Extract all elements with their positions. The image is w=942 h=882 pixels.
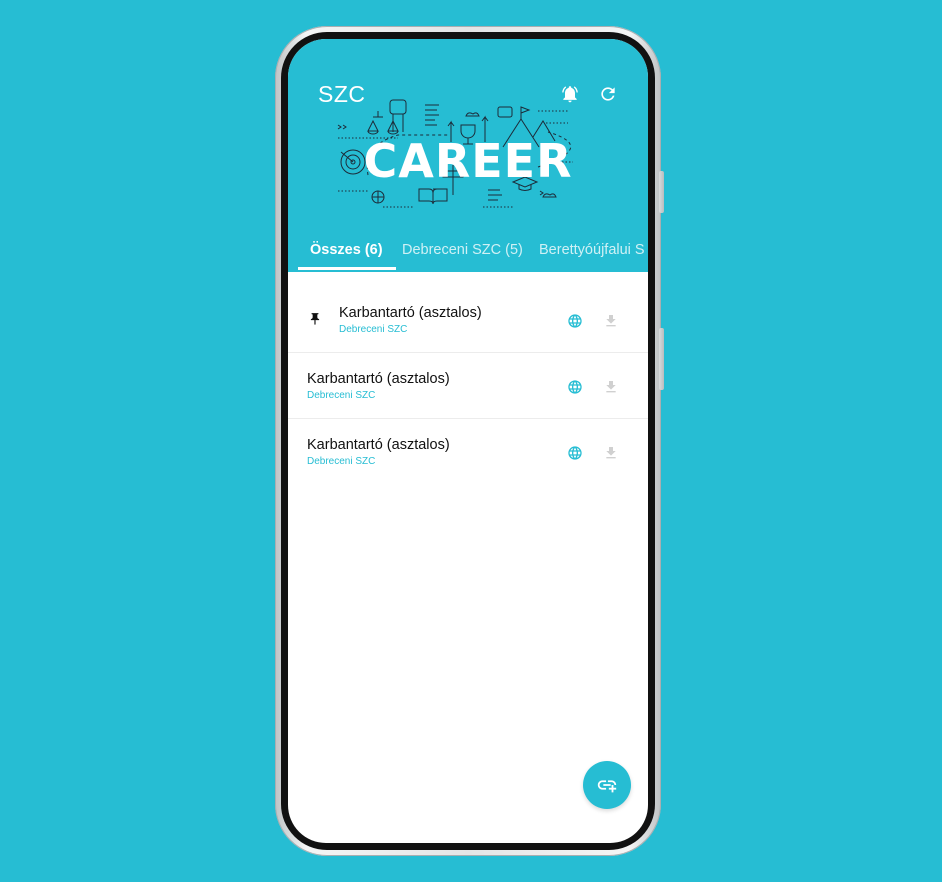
active-tab-indicator [298,267,396,270]
globe-icon[interactable] [567,445,583,461]
item-title: Karbantartó (asztalos) [307,437,450,453]
globe-icon[interactable] [567,313,583,329]
tab-all[interactable]: Összes (6) [310,242,383,258]
item-title: Karbantartó (asztalos) [339,305,482,321]
download-icon[interactable] [603,378,619,396]
download-icon[interactable] [603,312,619,330]
list-item[interactable]: Karbantartó (asztalos) Debreceni SZC [288,287,648,353]
power-button [659,171,664,213]
list-item[interactable]: Karbantartó (asztalos) Debreceni SZC [288,419,648,484]
item-subtitle: Debreceni SZC [307,390,376,401]
add-link-icon [597,780,617,793]
app-screen: SZC CAREER Összes (6) Debreceni SZC (5) … [288,39,648,843]
tab-berettyoujfalui-szc[interactable]: Berettyóújfalui S [539,242,645,258]
tab-debreceni-szc[interactable]: Debreceni SZC (5) [402,242,523,258]
career-banner-illustration: CAREER [337,99,573,208]
item-title: Karbantartó (asztalos) [307,371,450,387]
banner-text: CAREER [363,134,572,188]
list-item[interactable]: Karbantartó (asztalos) Debreceni SZC [288,353,648,419]
item-subtitle: Debreceni SZC [307,456,376,467]
volume-button [659,328,664,390]
job-list: Karbantartó (asztalos) Debreceni SZC Kar… [288,287,648,484]
globe-icon[interactable] [567,379,583,395]
download-icon[interactable] [603,444,619,462]
add-link-fab[interactable] [583,761,631,809]
item-subtitle: Debreceni SZC [339,324,408,335]
pin-icon[interactable] [308,311,322,327]
app-header: SZC CAREER Összes (6) Debreceni SZC (5) … [288,39,648,272]
phone-frame: SZC CAREER Összes (6) Debreceni SZC (5) … [275,26,664,856]
